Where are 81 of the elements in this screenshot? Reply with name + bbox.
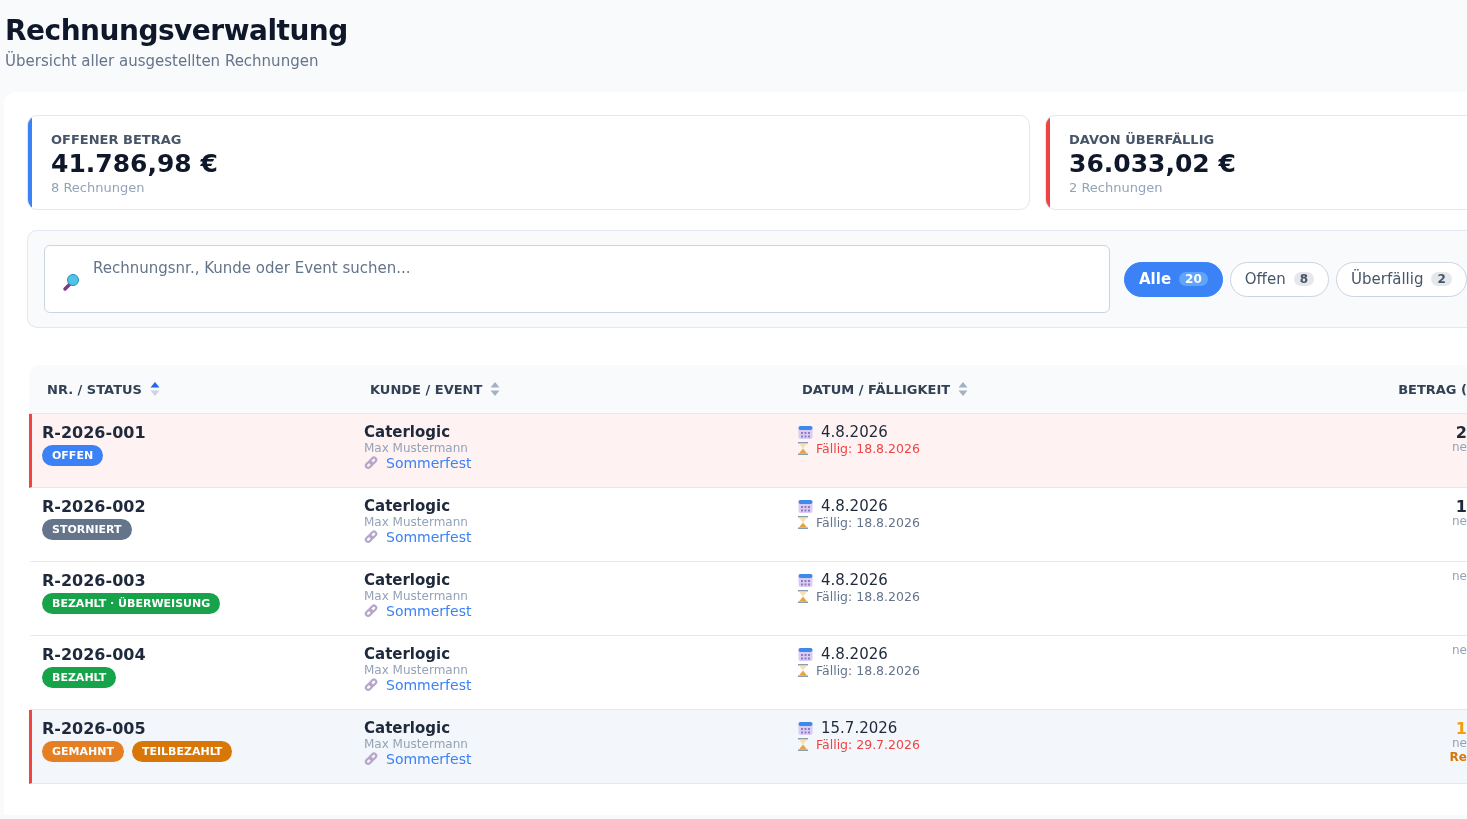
invoice-date: 4.8.2026 bbox=[821, 423, 888, 441]
due-date: Fällig: 18.8.2026 bbox=[816, 515, 920, 530]
net-amount: ne bbox=[1452, 736, 1467, 750]
column-header[interactable]: DATUM / FÄLLIGKEIT bbox=[802, 381, 951, 397]
amount: 2 bbox=[1455, 423, 1467, 442]
due-date: Fällig: 18.8.2026 bbox=[816, 663, 920, 678]
filter-tab[interactable]: Überfällig 2 bbox=[1336, 261, 1467, 297]
invoice-number: R-2026-003 bbox=[42, 571, 147, 590]
customer-name: Caterlogic bbox=[364, 571, 452, 589]
search-field[interactable]: Rechnungsnr., Kunde oder Event suchen... bbox=[44, 245, 1110, 313]
status-badge: BEZAHLT · ÜBERWEISUNG bbox=[42, 593, 221, 614]
amount: 1 bbox=[1455, 719, 1467, 738]
table-row[interactable]: R-2026-003 BEZAHLT · ÜBERWEISUNG Caterlogic Max Mustermann Sommerfest 4.8.2026 Fällig: 18.8.2026 ne bbox=[29, 562, 1467, 636]
sort-icon[interactable] bbox=[490, 381, 501, 397]
table-row[interactable]: R-2026-001 OFFEN Caterlogic Max Mustermann Sommerfest 4.8.2026 Fällig: 18.8.2026 2 ne bbox=[29, 414, 1467, 488]
stat-value: 41.786,98 € bbox=[51, 149, 219, 178]
calendar-icon bbox=[798, 646, 813, 662]
contact-name: Max Mustermann bbox=[364, 515, 469, 529]
status-badge: STORNIERT bbox=[42, 519, 132, 540]
table-row[interactable]: R-2026-002 STORNIERT Caterlogic Max Mustermann Sommerfest 4.8.2026 Fällig: 18.8.2026 1 ne bbox=[29, 488, 1467, 562]
net-amount: ne bbox=[1452, 569, 1467, 583]
contact-name: Max Mustermann bbox=[364, 737, 469, 751]
invoice-number: R-2026-001 bbox=[42, 423, 147, 442]
link-icon bbox=[364, 678, 378, 692]
event-link[interactable]: Sommerfest bbox=[386, 603, 472, 619]
link-icon bbox=[364, 604, 378, 618]
invoice-date: 15.7.2026 bbox=[821, 719, 898, 737]
due-date: Fällig: 18.8.2026 bbox=[816, 441, 920, 456]
hourglass-icon bbox=[798, 516, 808, 529]
calendar-icon bbox=[798, 498, 813, 514]
invoice-date: 4.8.2026 bbox=[821, 645, 888, 663]
customer-name: Caterlogic bbox=[364, 423, 452, 441]
link-icon bbox=[364, 456, 378, 470]
stat-value: 36.033,02 € bbox=[1069, 149, 1237, 178]
invoice-number: R-2026-002 bbox=[42, 497, 147, 516]
page-subtitle: Übersicht aller ausgestellten Rechnungen bbox=[5, 52, 320, 70]
hourglass-icon bbox=[798, 738, 808, 751]
customer-name: Caterlogic bbox=[364, 719, 452, 737]
customer-name: Caterlogic bbox=[364, 497, 452, 515]
column-header[interactable]: BETRAG ( bbox=[1398, 381, 1467, 397]
calendar-icon bbox=[798, 720, 813, 736]
event-link[interactable]: Sommerfest bbox=[386, 529, 472, 545]
stat-label: OFFENER BETRAG bbox=[51, 132, 183, 147]
sort-icon[interactable] bbox=[149, 381, 160, 397]
link-icon bbox=[364, 530, 378, 544]
contact-name: Max Mustermann bbox=[364, 663, 469, 677]
status-badge: TEILBEZAHLT bbox=[131, 741, 233, 762]
status-badge: GEMAHNT bbox=[42, 741, 124, 762]
invoice-date: 4.8.2026 bbox=[821, 571, 888, 589]
contact-name: Max Mustermann bbox=[364, 441, 469, 455]
customer-name: Caterlogic bbox=[364, 645, 452, 663]
filter-tab[interactable]: Offen 8 bbox=[1229, 261, 1330, 297]
hourglass-icon bbox=[798, 442, 808, 455]
net-amount: ne bbox=[1452, 514, 1467, 528]
invoice-date: 4.8.2026 bbox=[821, 497, 888, 515]
filter-tab[interactable]: Alle 20 bbox=[1124, 261, 1223, 297]
column-header[interactable]: KUNDE / EVENT bbox=[370, 381, 483, 397]
amount: 1 bbox=[1455, 497, 1467, 516]
link-icon bbox=[364, 752, 378, 766]
net-amount: ne bbox=[1452, 440, 1467, 454]
hourglass-icon bbox=[798, 664, 808, 677]
invoice-number: R-2026-004 bbox=[42, 645, 147, 664]
calendar-icon bbox=[798, 572, 813, 588]
stat-count: 8 Rechnungen bbox=[51, 180, 146, 195]
page-title: Rechnungsverwaltung bbox=[5, 13, 349, 49]
status-badge: OFFEN bbox=[42, 445, 104, 466]
event-link[interactable]: Sommerfest bbox=[386, 677, 472, 693]
due-date: Fällig: 18.8.2026 bbox=[816, 589, 920, 604]
amount-note: Re bbox=[1449, 750, 1467, 764]
sort-icon[interactable] bbox=[958, 381, 969, 397]
stat-label: DAVON ÜBERFÄLLIG bbox=[1069, 132, 1216, 147]
status-badge: BEZAHLT bbox=[42, 667, 117, 688]
net-amount: ne bbox=[1452, 643, 1467, 657]
invoice-number: R-2026-005 bbox=[42, 719, 147, 738]
contact-name: Max Mustermann bbox=[364, 589, 469, 603]
stat-count: 2 Rechnungen bbox=[1069, 180, 1164, 195]
due-date: Fällig: 29.7.2026 bbox=[816, 737, 920, 752]
table-row[interactable]: R-2026-005 GEMAHNT TEILBEZAHLT Caterlogic Max Mustermann Sommerfest 15.7.2026 Fällig: 29.7.2026 1 ne Re bbox=[29, 710, 1467, 784]
column-header[interactable]: NR. / STATUS bbox=[47, 381, 142, 397]
calendar-icon bbox=[798, 424, 813, 440]
hourglass-icon bbox=[798, 590, 808, 603]
